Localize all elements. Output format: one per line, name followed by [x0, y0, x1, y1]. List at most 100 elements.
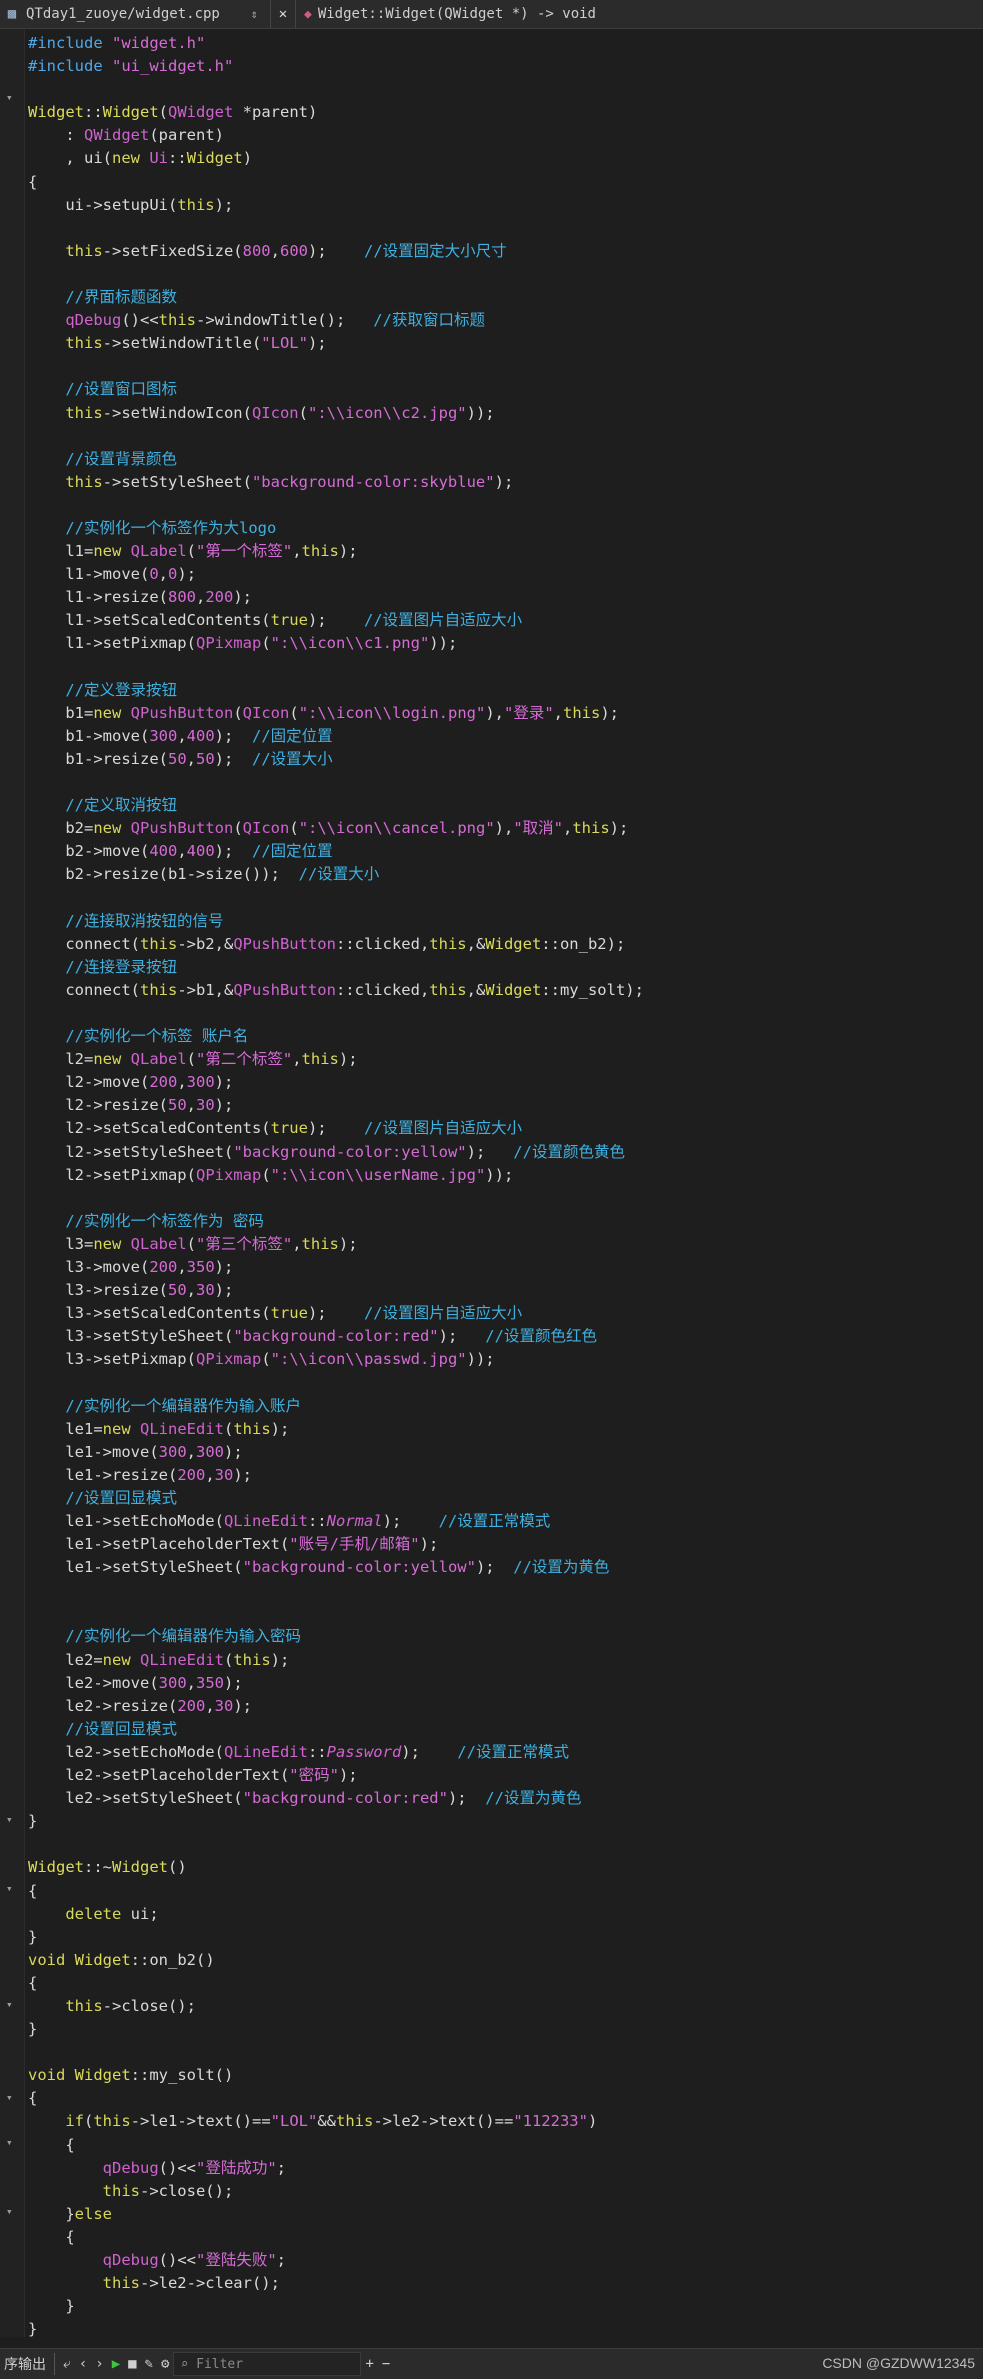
code-line[interactable] [28, 1833, 978, 1856]
code-line[interactable]: //实例化一个标签作为大logo [28, 517, 978, 540]
code-line[interactable]: connect(this->b1,&QPushButton::clicked,t… [28, 979, 978, 1002]
close-document-button[interactable]: ✕ [271, 0, 296, 28]
fold-arrow-icon[interactable]: ▾ [6, 1998, 13, 2011]
code-line[interactable]: //实例化一个标签 账户名 [28, 1025, 978, 1048]
code-line[interactable]: { [28, 2226, 978, 2249]
code-line[interactable]: //界面标题函数 [28, 286, 978, 309]
code-line[interactable]: l1=new QLabel("第一个标签",this); [28, 540, 978, 563]
code-line[interactable]: l1->resize(800,200); [28, 586, 978, 609]
code-line[interactable]: //实例化一个编辑器作为输入密码 [28, 1625, 978, 1648]
code-line[interactable]: l3->resize(50,30); [28, 1279, 978, 1302]
code-line[interactable]: void Widget::on_b2() [28, 1949, 978, 1972]
code-line[interactable]: l2->setScaledContents(true); //设置图片自适应大小 [28, 1117, 978, 1140]
output-panel-label[interactable]: 序输出 [0, 2354, 50, 2374]
code-line[interactable]: this->close(); [28, 1995, 978, 2018]
code-line[interactable]: le1->move(300,300); [28, 1441, 978, 1464]
code-line[interactable]: if(this->le1->text()=="LOL"&&this->le2->… [28, 2110, 978, 2133]
code-line[interactable]: } [28, 2018, 978, 2041]
code-line[interactable] [28, 217, 978, 240]
code-line[interactable]: le1->resize(200,30); [28, 1464, 978, 1487]
code-line[interactable]: , ui(new Ui::Widget) [28, 147, 978, 170]
code-line[interactable] [28, 1002, 978, 1025]
code-line[interactable]: //设置背景颜色 [28, 448, 978, 471]
code-line[interactable] [28, 1602, 978, 1625]
code-line[interactable]: { [28, 2134, 978, 2157]
code-editor[interactable]: #include "widget.h" #include "ui_widget.h… [28, 32, 978, 2341]
code-line[interactable]: delete ui; [28, 1903, 978, 1926]
code-line[interactable]: l2->setStyleSheet("background-color:yell… [28, 1141, 978, 1164]
code-line[interactable]: : QWidget(parent) [28, 124, 978, 147]
code-line[interactable] [28, 425, 978, 448]
fold-arrow-icon[interactable]: ▾ [6, 2205, 13, 2218]
code-line[interactable]: { [28, 1880, 978, 1903]
code-line[interactable]: } [28, 1810, 978, 1833]
fold-arrow-icon[interactable]: ▾ [6, 2136, 13, 2149]
fold-arrow-icon[interactable]: ▾ [6, 91, 13, 104]
add-button[interactable]: + [361, 2356, 377, 2372]
code-line[interactable]: l3->setPixmap(QPixmap(":\\icon\\passwd.j… [28, 1348, 978, 1371]
code-line[interactable] [28, 1371, 978, 1394]
fold-arrow-icon[interactable]: ▾ [6, 1882, 13, 1895]
code-line[interactable]: l3->setScaledContents(true); //设置图片自适应大小 [28, 1302, 978, 1325]
code-line[interactable]: b2->move(400,400); //固定位置 [28, 840, 978, 863]
code-line[interactable] [28, 494, 978, 517]
code-line[interactable]: le2->move(300,350); [28, 1672, 978, 1695]
back-icon[interactable]: ‹ [75, 2356, 91, 2372]
code-line[interactable]: l3=new QLabel("第三个标签",this); [28, 1233, 978, 1256]
code-line[interactable]: { [28, 171, 978, 194]
code-line[interactable]: le1=new QLineEdit(this); [28, 1418, 978, 1441]
code-line[interactable]: //设置窗口图标 [28, 378, 978, 401]
code-line[interactable]: this->le2->clear(); [28, 2272, 978, 2295]
code-line[interactable]: //连接取消按钮的信号 [28, 910, 978, 933]
function-selector[interactable]: Widget::Widget(QWidget *) -> void [318, 6, 596, 22]
code-line[interactable]: l3->setStyleSheet("background-color:red"… [28, 1325, 978, 1348]
code-line[interactable]: b1->move(300,400); //固定位置 [28, 725, 978, 748]
code-line[interactable]: connect(this->b2,&QPushButton::clicked,t… [28, 933, 978, 956]
code-line[interactable]: this->setWindowIcon(QIcon(":\\icon\\c2.j… [28, 402, 978, 425]
code-line[interactable]: qDebug()<<this->windowTitle(); //获取窗口标题 [28, 309, 978, 332]
remove-button[interactable]: − [378, 2356, 394, 2372]
code-line[interactable]: { [28, 1972, 978, 1995]
code-line[interactable]: void Widget::my_solt() [28, 2064, 978, 2087]
code-line[interactable]: //定义登录按钮 [28, 679, 978, 702]
code-line[interactable]: //实例化一个编辑器作为输入账户 [28, 1395, 978, 1418]
code-line[interactable]: //定义取消按钮 [28, 794, 978, 817]
code-line[interactable]: #include "widget.h" [28, 32, 978, 55]
code-line[interactable]: #include "ui_widget.h" [28, 55, 978, 78]
code-line[interactable]: b2=new QPushButton(QIcon(":\\icon\\cance… [28, 817, 978, 840]
code-line[interactable]: l2->resize(50,30); [28, 1094, 978, 1117]
code-line[interactable]: qDebug()<<"登陆成功"; [28, 2157, 978, 2180]
code-line[interactable]: this->setFixedSize(800,600); //设置固定大小尺寸 [28, 240, 978, 263]
code-line[interactable] [28, 771, 978, 794]
code-line[interactable]: b1=new QPushButton(QIcon(":\\icon\\login… [28, 702, 978, 725]
code-line[interactable]: //实例化一个标签作为 密码 [28, 1210, 978, 1233]
code-line[interactable]: le2->setEchoMode(QLineEdit::Password); /… [28, 1741, 978, 1764]
code-line[interactable]: qDebug()<<"登陆失败"; [28, 2249, 978, 2272]
code-line[interactable]: l2->setPixmap(QPixmap(":\\icon\\userName… [28, 1164, 978, 1187]
settings-gear-icon[interactable]: ⚙ [157, 2356, 173, 2372]
code-line[interactable]: this->setStyleSheet("background-color:sk… [28, 471, 978, 494]
code-line[interactable]: le2=new QLineEdit(this); [28, 1649, 978, 1672]
filter-input[interactable]: ⌕ Filter [173, 2352, 362, 2376]
code-line[interactable] [28, 355, 978, 378]
forward-icon[interactable]: › [91, 2356, 107, 2372]
code-line[interactable]: } [28, 2318, 978, 2341]
file-selector[interactable]: QTday1_zuoye/widget.cpp ⇕ [20, 0, 271, 28]
code-line[interactable] [28, 2041, 978, 2064]
code-line[interactable]: le2->setPlaceholderText("密码"); [28, 1764, 978, 1787]
code-line[interactable] [28, 1579, 978, 1602]
code-line[interactable]: } [28, 2295, 978, 2318]
code-line[interactable]: //连接登录按钮 [28, 956, 978, 979]
code-line[interactable] [28, 886, 978, 909]
code-line[interactable]: //设置回显模式 [28, 1718, 978, 1741]
wrap-icon[interactable]: ⤶ [59, 2356, 75, 2372]
code-line[interactable]: l2=new QLabel("第二个标签",this); [28, 1048, 978, 1071]
code-line[interactable]: { [28, 2087, 978, 2110]
code-line[interactable]: le2->setStyleSheet("background-color:red… [28, 1787, 978, 1810]
code-line[interactable] [28, 1187, 978, 1210]
code-line[interactable]: b2->resize(b1->size()); //设置大小 [28, 863, 978, 886]
code-line[interactable]: l2->move(200,300); [28, 1071, 978, 1094]
code-line[interactable]: l3->move(200,350); [28, 1256, 978, 1279]
code-line[interactable]: b1->resize(50,50); //设置大小 [28, 748, 978, 771]
code-line[interactable]: this->close(); [28, 2180, 978, 2203]
